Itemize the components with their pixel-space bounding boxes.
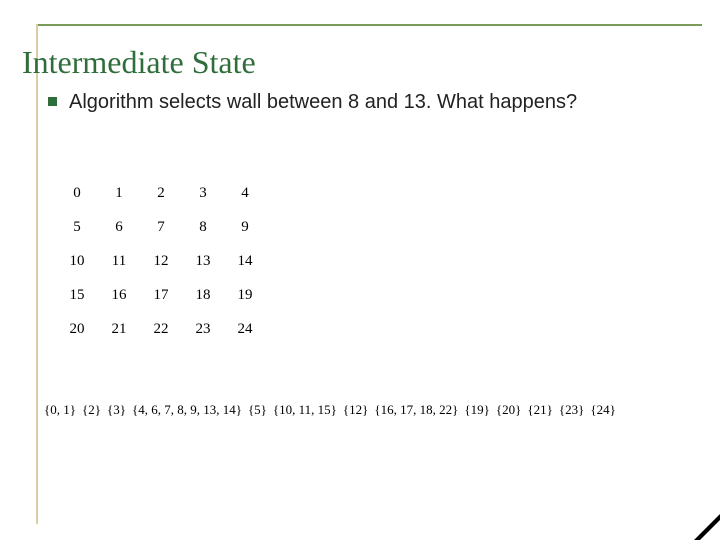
maze-cell: 24 xyxy=(224,312,266,346)
maze-cell: 18 xyxy=(182,278,224,312)
maze-cell: 23 xyxy=(182,312,224,346)
decorative-rule-left xyxy=(36,24,38,524)
set-item: {2} xyxy=(82,402,101,417)
set-item: {5} xyxy=(248,402,267,417)
maze-cell: 13 xyxy=(182,244,224,278)
maze-cell: 0 xyxy=(56,176,98,210)
set-item: {16, 17, 18, 22} xyxy=(374,402,458,417)
disjoint-sets: {0, 1} {2} {3} {4, 6, 7, 8, 9, 13, 14} {5} {1… xyxy=(44,402,700,418)
page-curl-icon xyxy=(694,514,720,540)
maze-cell: 8 xyxy=(182,210,224,244)
maze-cell: 9 xyxy=(224,210,266,244)
maze-cell: 15 xyxy=(56,278,98,312)
maze-cell: 20 xyxy=(56,312,98,346)
maze-cell: 5 xyxy=(56,210,98,244)
maze-cell: 10 xyxy=(56,244,98,278)
maze-cell: 14 xyxy=(224,244,266,278)
maze-cell: 1 xyxy=(98,176,140,210)
maze-cell: 3 xyxy=(182,176,224,210)
maze-table: 0123456789101112131415161718192021222324 xyxy=(56,176,266,346)
maze-cell: 17 xyxy=(140,278,182,312)
set-item: {19} xyxy=(464,402,489,417)
decorative-rule-top xyxy=(36,24,702,26)
maze-cell: 6 xyxy=(98,210,140,244)
maze-cell: 2 xyxy=(140,176,182,210)
set-item: {24} xyxy=(590,402,615,417)
set-item: {3} xyxy=(107,402,126,417)
bullet-text: Algorithm selects wall between 8 and 13.… xyxy=(69,90,577,115)
set-item: {21} xyxy=(527,402,552,417)
maze-cell: 4 xyxy=(224,176,266,210)
maze-cell: 21 xyxy=(98,312,140,346)
maze-cell: 12 xyxy=(140,244,182,278)
set-item: {12} xyxy=(343,402,368,417)
slide-title: Intermediate State xyxy=(22,44,256,81)
set-item: {23} xyxy=(559,402,584,417)
maze-cell: 16 xyxy=(98,278,140,312)
set-item: {4, 6, 7, 8, 9, 13, 14} xyxy=(132,402,242,417)
maze-cell: 7 xyxy=(140,210,182,244)
set-item: {0, 1} xyxy=(44,402,76,417)
maze-cell: 22 xyxy=(140,312,182,346)
square-bullet-icon xyxy=(48,97,57,106)
maze-grid: 0123456789101112131415161718192021222324 xyxy=(56,176,266,346)
maze-cell: 19 xyxy=(224,278,266,312)
set-item: {20} xyxy=(496,402,521,417)
bullet-item: Algorithm selects wall between 8 and 13.… xyxy=(48,90,680,115)
set-item: {10, 11, 15} xyxy=(273,402,337,417)
maze-cell: 11 xyxy=(98,244,140,278)
